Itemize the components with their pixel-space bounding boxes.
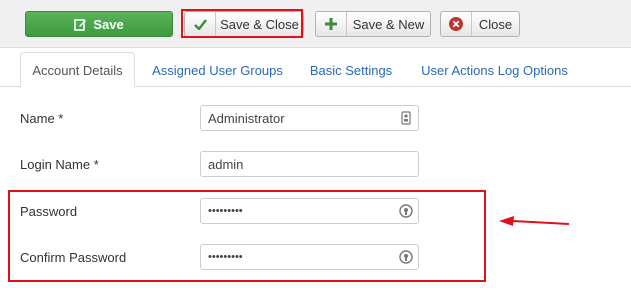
- close-icon: [441, 12, 472, 36]
- login-name-value: admin: [208, 156, 244, 172]
- confirm-password-value: •••••••••: [208, 251, 243, 263]
- save-close-button[interactable]: Save & Close: [184, 11, 304, 37]
- save-new-button[interactable]: Save & New: [315, 11, 431, 37]
- password-label: Password: [20, 204, 78, 219]
- plus-icon: [316, 12, 347, 36]
- login-name-label: Login Name *: [20, 157, 99, 172]
- tab-label: Assigned User Groups: [152, 62, 283, 78]
- tab-bar: Account Details Assigned User Groups Bas…: [0, 47, 631, 88]
- edit-icon: [74, 12, 87, 36]
- tab-label: Basic Settings: [309, 62, 393, 78]
- name-label: Name *: [20, 111, 64, 126]
- password-toggle-icon[interactable]: [394, 199, 418, 223]
- login-name-field[interactable]: admin: [200, 151, 419, 177]
- tab-label: Account Details: [32, 62, 123, 78]
- tab-user-actions-log-options[interactable]: User Actions Log Options: [412, 52, 577, 88]
- password-value: •••••••••: [208, 205, 243, 217]
- name-field[interactable]: Administrator: [200, 105, 419, 131]
- confirm-password-label: Confirm Password: [20, 250, 127, 265]
- tab-label: User Actions Log Options: [421, 62, 568, 78]
- save-button-label: Save: [93, 16, 124, 32]
- toolbar: Save Save & Close Save & New Close: [0, 0, 631, 48]
- tab-assigned-user-groups[interactable]: Assigned User Groups: [145, 52, 290, 88]
- name-value: Administrator: [208, 110, 285, 126]
- close-button[interactable]: Close: [440, 11, 520, 37]
- annotation-arrow-icon: [499, 216, 570, 226]
- save-button[interactable]: Save: [25, 11, 173, 37]
- tab-basic-settings[interactable]: Basic Settings: [300, 52, 402, 88]
- id-card-icon: [394, 106, 418, 130]
- confirm-password-field[interactable]: •••••••••: [200, 244, 419, 270]
- checkmark-icon: [185, 12, 216, 36]
- close-button-label: Close: [478, 16, 513, 32]
- save-close-button-label: Save & Close: [220, 16, 299, 32]
- tab-account-details[interactable]: Account Details: [20, 52, 135, 88]
- password-field[interactable]: •••••••••: [200, 198, 419, 224]
- password-toggle-icon[interactable]: [394, 245, 418, 269]
- save-new-button-label: Save & New: [352, 16, 425, 32]
